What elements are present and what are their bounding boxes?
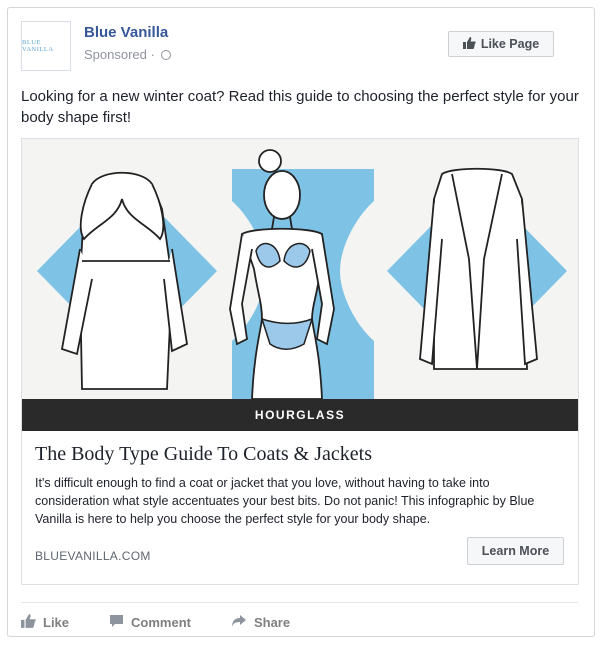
share-label: Share <box>253 614 291 630</box>
link-domain: BLUEVANILLA.COM <box>35 549 151 563</box>
like-page-button[interactable]: Like Page <box>448 31 554 57</box>
comment-label: Comment <box>131 614 191 630</box>
link-attachment[interactable]: HOURGLASS The Body Type Guide To Coats &… <box>21 138 579 585</box>
like-action[interactable]: Like <box>21 613 70 631</box>
comment-icon <box>109 614 124 631</box>
post-actions: Like Comment Share <box>21 610 330 634</box>
learn-more-button[interactable]: Learn More <box>467 537 564 565</box>
actions-divider <box>21 602 578 603</box>
post-text: Looking for a new winter coat? Read this… <box>21 88 579 126</box>
like-page-label: Like Page <box>480 37 540 51</box>
attachment-image[interactable] <box>22 139 578 400</box>
thumbs-up-icon <box>462 36 476 52</box>
page-name-link[interactable]: Blue Vanilla <box>84 24 168 41</box>
sponsored-label: Sponsored · <box>84 47 172 62</box>
comment-action[interactable]: Comment <box>109 614 191 631</box>
hourglass-illustration <box>37 149 567 400</box>
share-action[interactable]: Share <box>231 614 290 631</box>
link-description: It's difficult enough to find a coat or … <box>35 476 535 526</box>
globe-icon <box>161 50 172 60</box>
share-icon <box>231 614 247 631</box>
link-title[interactable]: The Body Type Guide To Coats & Jackets <box>35 443 372 466</box>
thumbs-up-icon <box>21 613 36 631</box>
logo-text: BLUE VANILLA <box>22 39 54 53</box>
separator: · <box>150 47 155 62</box>
page-logo[interactable]: BLUE VANILLA <box>21 21 71 71</box>
sponsored-post-card: BLUE VANILLA Blue Vanilla Sponsored · Li… <box>7 7 595 637</box>
post-header: BLUE VANILLA Blue Vanilla Sponsored · Li… <box>21 21 582 73</box>
sponsored-text[interactable]: Sponsored <box>84 47 147 62</box>
image-caption-bar: HOURGLASS <box>22 399 578 431</box>
like-label: Like <box>43 614 70 630</box>
